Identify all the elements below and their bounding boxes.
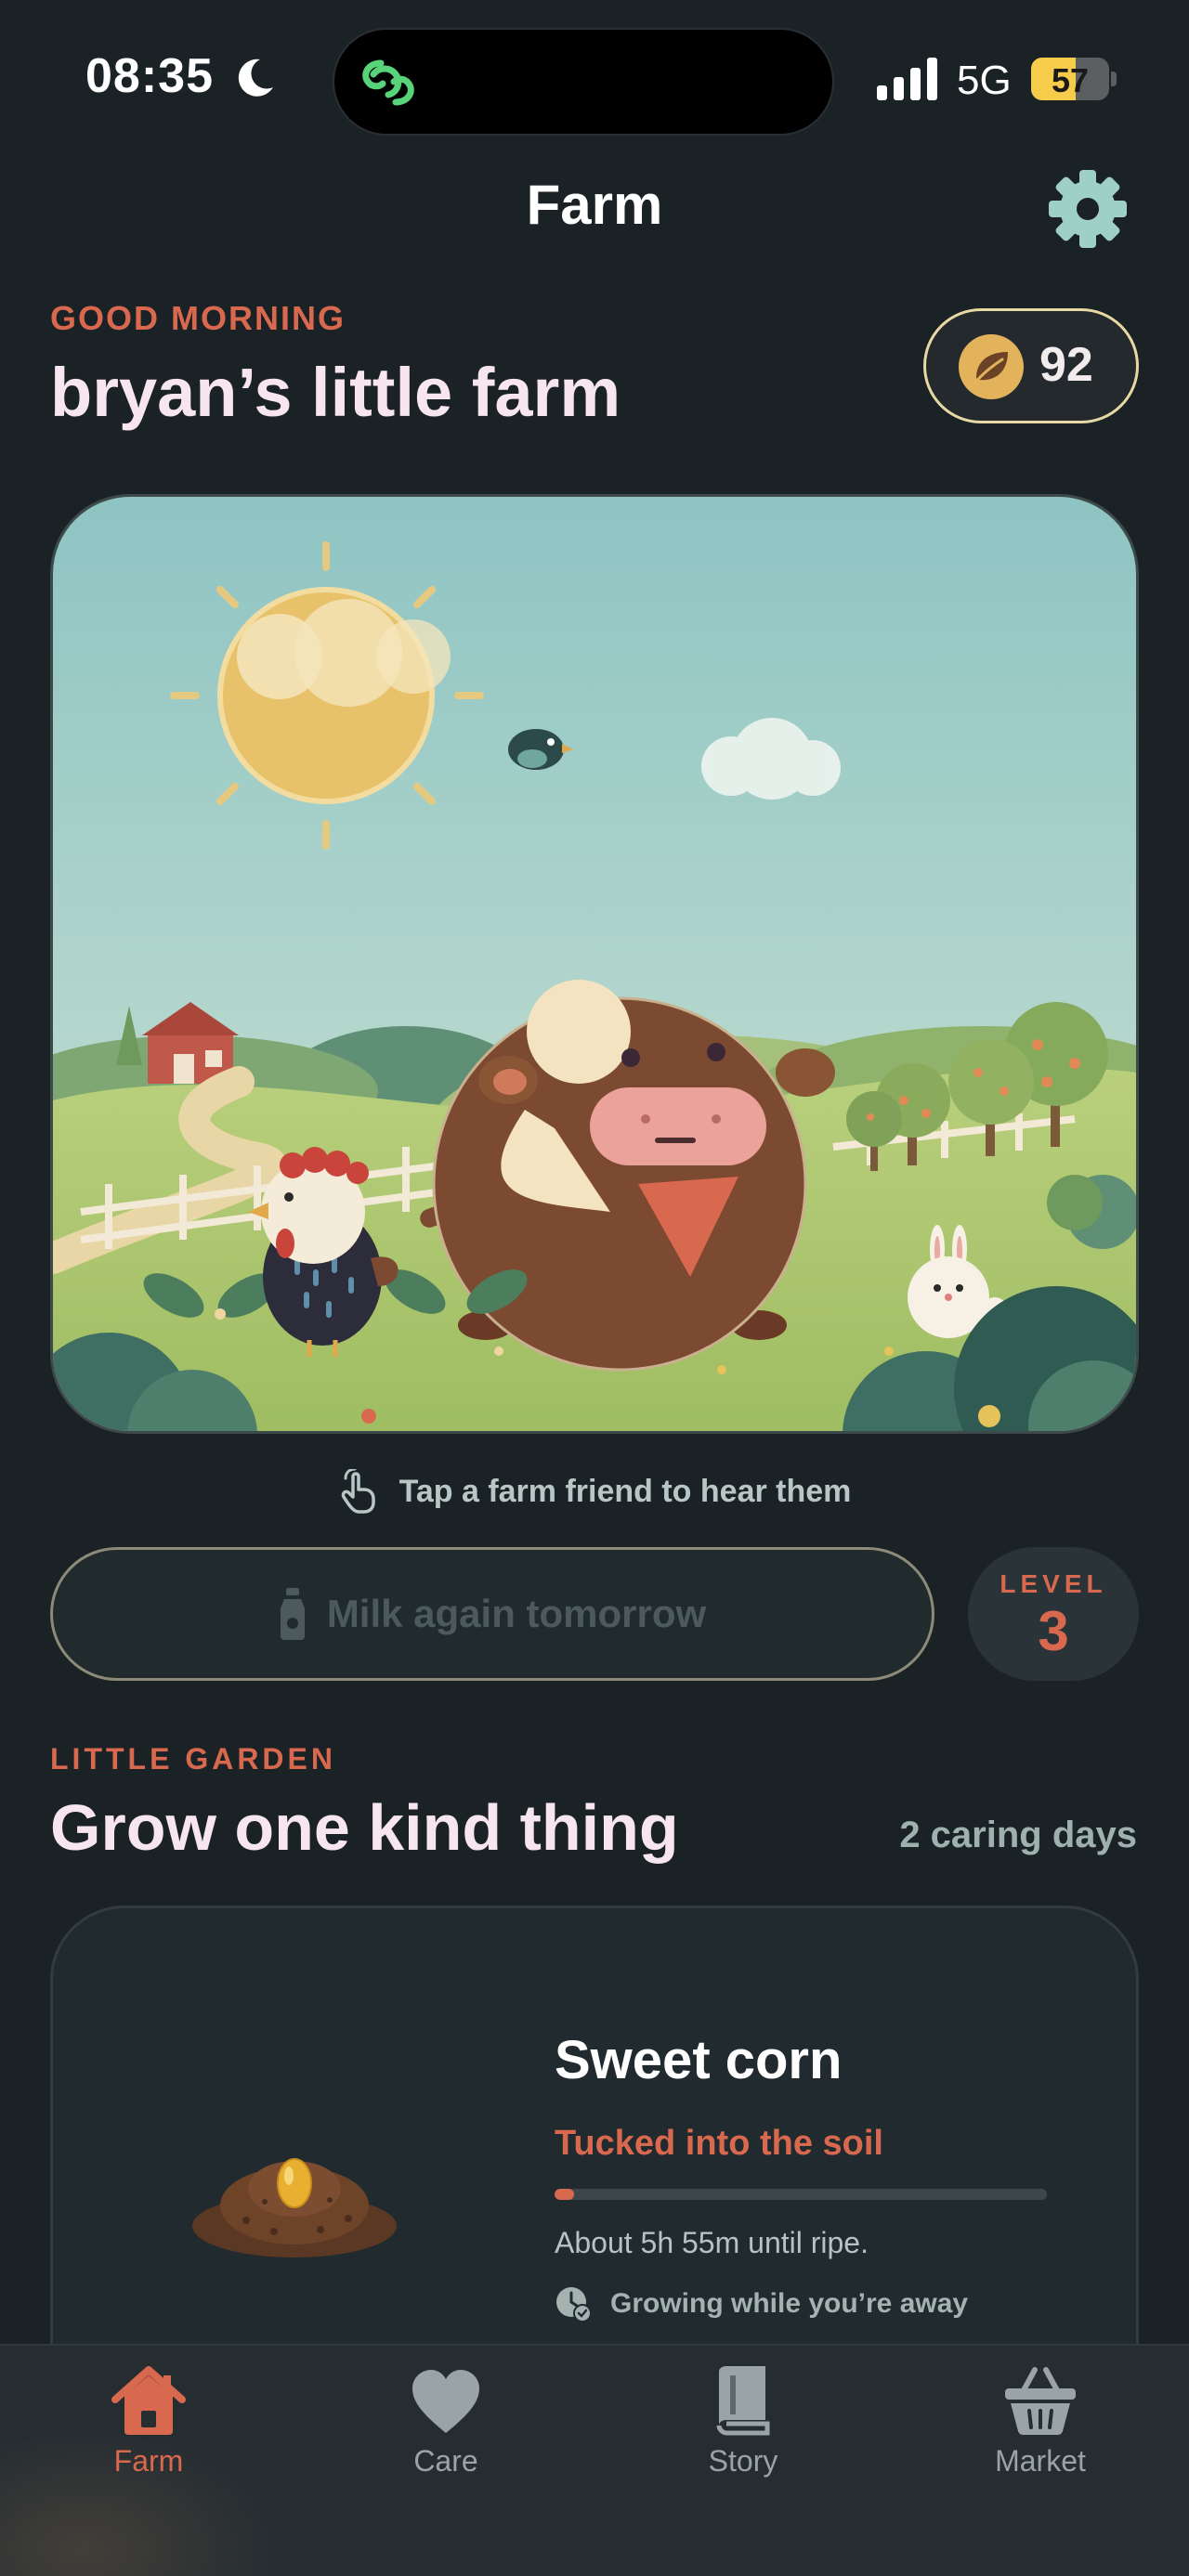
garden-section-label: LITTLE GARDEN [50, 1742, 336, 1776]
battery-icon: 57 [1031, 58, 1117, 100]
farm-scene [50, 494, 1139, 1434]
caring-days-count: 2 caring days [899, 1815, 1137, 1855]
level-value: 3 [1038, 1600, 1069, 1662]
tab-label: Market [995, 2444, 1086, 2478]
tab-market[interactable]: Market [938, 2362, 1143, 2502]
tab-label: Care [413, 2444, 478, 2478]
growing-note: Growing while you’re away [555, 2285, 968, 2322]
sun [170, 541, 484, 850]
tab-bar: Farm Care Story Market [0, 2344, 1189, 2576]
time-until-ripe: About 5h 55m until ripe. [555, 2226, 869, 2259]
heart-icon [412, 2370, 479, 2433]
growth-progress-fill [555, 2189, 575, 2200]
network-label: 5G [957, 58, 1012, 103]
tab-farm[interactable]: Farm [46, 2362, 251, 2502]
page-title: Farm [526, 174, 663, 236]
moon-icon [238, 59, 273, 97]
level-label: LEVEL [1000, 1569, 1107, 1598]
growing-note-text: Growing while you’re away [610, 2288, 969, 2319]
tab-label: Story [708, 2444, 778, 2478]
clock-check-icon [556, 2287, 592, 2322]
farm-name-heading: bryan’s little farm [50, 354, 621, 431]
tab-care[interactable]: Care [344, 2362, 548, 2502]
level-badge: LEVEL 3 [968, 1547, 1139, 1681]
basket-icon [1005, 2367, 1076, 2435]
battery-text: 57 [1051, 61, 1090, 99]
house-icon [111, 2366, 186, 2435]
dynamic-island [333, 28, 834, 136]
hand-tap-icon [341, 1469, 375, 1514]
seed-in-soil-icon [192, 2158, 397, 2257]
signal-icon [877, 58, 937, 100]
milk-bottle-icon [280, 1588, 305, 1640]
coin-count: 92 [1039, 338, 1093, 392]
status-bar: 08:35 5G 57 [0, 0, 1189, 149]
milk-button[interactable]: Milk again tomorrow [50, 1547, 934, 1681]
tap-hint-text: Tap a farm friend to hear them [399, 1473, 852, 1509]
status-time: 08:35 [85, 49, 214, 103]
milk-button-label: Milk again tomorrow [326, 1592, 707, 1635]
book-icon [716, 2366, 770, 2436]
gear-icon[interactable] [1046, 167, 1130, 251]
tab-story[interactable]: Story [641, 2362, 845, 2502]
leaf-coin-icon [959, 334, 1024, 399]
coin-balance-button[interactable]: 92 [923, 308, 1139, 423]
crop-name: Sweet corn [555, 2030, 843, 2090]
crop-stage: Tucked into the soil [555, 2124, 883, 2163]
growth-progress-bar [555, 2189, 1047, 2200]
tab-label: Farm [113, 2444, 184, 2478]
link-icon [362, 59, 414, 106]
greeting-label: GOOD MORNING [50, 299, 346, 337]
garden-title: Grow one kind thing [50, 1791, 679, 1864]
tap-hint: Tap a farm friend to hear them [0, 1469, 1189, 1521]
